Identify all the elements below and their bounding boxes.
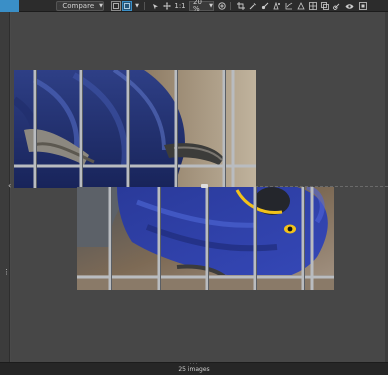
status-bar: ··· 25 images — [0, 361, 388, 375]
crop-tool-button[interactable] — [236, 1, 246, 11]
compare-image-top[interactable] — [14, 70, 256, 188]
zoom-in-icon — [218, 2, 226, 10]
visibility-toggle-button[interactable] — [344, 1, 354, 11]
zoom-ratio-button[interactable]: 1:1 — [174, 1, 186, 11]
layer-icon — [359, 2, 367, 10]
shape-tool-button[interactable] — [296, 1, 306, 11]
compare-image-bottom[interactable] — [77, 187, 334, 290]
split-view-button[interactable] — [122, 1, 132, 11]
eye-icon — [345, 3, 353, 9]
pen-icon — [285, 2, 293, 10]
pen-tool-button[interactable] — [284, 1, 294, 11]
spot-heal-icon — [273, 2, 280, 10]
compare-label: Compare — [62, 1, 95, 10]
chevron-down-icon: ▼ — [99, 2, 103, 9]
chevron-left-icon[interactable]: ‹ — [8, 181, 11, 190]
zoom-percent-select[interactable]: 20 % ▼ — [189, 0, 214, 13]
zoom-in-button[interactable] — [217, 1, 227, 11]
image-count-label: 25 images — [178, 366, 210, 373]
clone-tool-button[interactable] — [320, 1, 330, 11]
single-view-icon — [113, 3, 119, 9]
view-dropdown-caret[interactable]: ▼ — [134, 1, 140, 11]
link-icon — [333, 3, 340, 10]
split-view-icon — [124, 3, 130, 9]
select-icon — [152, 3, 158, 9]
layer-tool-button[interactable] — [358, 1, 368, 11]
eyedropper-tool-button[interactable] — [248, 1, 258, 11]
brush-tool-button[interactable] — [260, 1, 270, 11]
select-tool-button[interactable] — [150, 1, 160, 11]
top-toolbar: Compare ▼ ▼ 1:1 20 % ▼ — [0, 0, 388, 13]
active-module-tab[interactable] — [0, 0, 19, 12]
single-view-button[interactable] — [111, 1, 121, 11]
crop-icon — [237, 2, 245, 10]
grid-icon — [309, 2, 317, 10]
brush-icon — [261, 2, 269, 10]
compare-dropdown[interactable]: Compare ▼ — [56, 1, 104, 11]
toolbar-divider — [144, 2, 145, 10]
toolbar-divider — [230, 2, 231, 10]
grid-tool-button[interactable] — [308, 1, 318, 11]
split-drag-handle[interactable] — [201, 184, 208, 188]
spot-heal-tool-button[interactable] — [272, 1, 282, 11]
pan-tool-button[interactable] — [162, 1, 172, 11]
chevron-down-icon: ▼ — [209, 2, 213, 9]
link-tool-button[interactable] — [332, 1, 342, 11]
panel-grip-icon[interactable]: ⋮ — [3, 267, 10, 277]
shape-icon — [297, 2, 305, 10]
pan-icon — [163, 2, 171, 10]
clone-icon — [321, 2, 329, 10]
eyedropper-icon — [249, 3, 256, 10]
